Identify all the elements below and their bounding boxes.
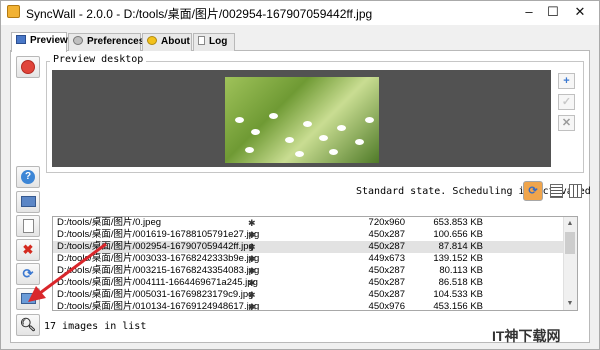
scroll-up-arrow[interactable]: ▲ [563, 218, 577, 230]
document-icon [198, 36, 205, 45]
item-dimensions: 450x287 [368, 229, 405, 240]
power-button[interactable] [16, 56, 40, 78]
monitor-icon [16, 35, 26, 44]
item-dimensions: 450x287 [368, 277, 405, 288]
gear-icon [73, 36, 83, 45]
item-dimensions: 449x673 [368, 253, 405, 264]
close-button[interactable]: ✕ [560, 0, 600, 24]
info-icon [147, 36, 157, 45]
add-folder-button[interactable] [16, 191, 40, 213]
star-icon: ✱ [248, 290, 256, 300]
image-list[interactable]: D:/tools/桌面/图片/0.jpeg ✱ 720x960 653.853 … [52, 216, 578, 311]
tab-label: About [161, 36, 190, 47]
item-size: 139.152 KB [433, 253, 483, 264]
item-size: 104.533 KB [433, 289, 483, 300]
star-icon: ✱ [248, 278, 256, 288]
item-size: 100.656 KB [433, 229, 483, 240]
annotation-arrow [28, 242, 107, 302]
search-button[interactable]: 🔍︎ [16, 314, 40, 336]
scheduler-button[interactable]: ⟳ [523, 181, 543, 201]
list-item[interactable]: D:/tools/桌面/图片/001619-16788105791e27.jpg… [53, 229, 565, 241]
image-count: 17 images in list [44, 321, 147, 332]
help-button[interactable]: ? [16, 166, 40, 188]
help-icon: ? [21, 170, 35, 184]
tab-preferences[interactable]: Preferences [68, 33, 145, 51]
detail-view-button[interactable] [569, 184, 582, 198]
star-icon: ✱ [248, 242, 256, 252]
search-icon: 🔍︎ [19, 317, 37, 332]
app-icon [7, 5, 20, 18]
wallpaper-thumbnail [225, 77, 379, 163]
remove-monitor-button[interactable]: ✕ [558, 115, 575, 131]
star-icon: ✱ [248, 266, 256, 276]
list-item[interactable]: D:/tools/桌面/图片/004111-1664469671a245.jpg… [53, 277, 565, 289]
list-item-selected[interactable]: D:/tools/桌面/图片/002954-167907059442ff.jpg… [53, 241, 565, 253]
scroll-thumb[interactable] [565, 232, 575, 254]
power-icon [21, 60, 35, 74]
scroll-down-arrow[interactable]: ▼ [563, 298, 577, 310]
star-icon: ✱ [248, 218, 256, 228]
tab-log[interactable]: Log [193, 33, 235, 51]
sync-icon: ⟳ [528, 185, 538, 197]
item-dimensions: 450x287 [368, 265, 405, 276]
add-monitor-button[interactable]: + [558, 73, 575, 89]
preview-desktop-label: Preview desktop [50, 54, 147, 65]
file-icon [22, 219, 34, 233]
list-item[interactable]: D:/tools/桌面/图片/0.jpeg ✱ 720x960 653.853 … [53, 217, 565, 229]
item-size: 87.814 KB [438, 241, 483, 252]
plus-icon: + [563, 75, 570, 87]
window-title: SyncWall - 2.0.0 - D:/tools/桌面/图片/002954… [26, 7, 373, 21]
remove-icon: ✕ [561, 117, 572, 129]
item-path: D:/tools/桌面/图片/0.jpeg [57, 217, 162, 228]
apply-button[interactable]: ✓ [558, 94, 575, 110]
folder-icon [20, 196, 36, 207]
item-dimensions: 450x976 [368, 301, 405, 311]
add-file-button[interactable] [16, 215, 40, 237]
tab-label: Preferences [87, 36, 145, 47]
item-size: 86.518 KB [438, 277, 483, 288]
item-size: 453.156 KB [433, 301, 483, 311]
list-item[interactable]: D:/tools/桌面/图片/003033-16768242333b9e.jpg… [53, 253, 565, 265]
list-scrollbar[interactable] [563, 217, 577, 310]
tab-label: Log [209, 36, 228, 47]
item-size: 80.113 KB [439, 265, 483, 276]
list-item[interactable]: D:/tools/桌面/图片/010134-16769124948617.jpg… [53, 301, 565, 311]
tab-label: Preview [30, 35, 68, 46]
list-view-button[interactable] [550, 184, 563, 198]
watermark-logo: IT神下载网 [492, 328, 561, 344]
star-icon: ✱ [248, 254, 256, 264]
item-size: 653.853 KB [433, 217, 483, 228]
item-dimensions: 450x287 [368, 241, 405, 252]
item-dimensions: 720x960 [368, 217, 405, 228]
tab-preview[interactable]: Preview [11, 32, 68, 52]
list-item[interactable]: D:/tools/桌面/图片/005031-16769823179c9.jpg … [53, 289, 565, 301]
star-icon: ✱ [248, 230, 256, 240]
item-dimensions: 450x287 [368, 289, 405, 300]
tab-about[interactable]: About [142, 33, 192, 51]
list-item[interactable]: D:/tools/桌面/图片/003215-16768243354083.jpg… [53, 265, 565, 277]
star-icon: ✱ [248, 302, 256, 311]
check-icon: ✓ [561, 96, 572, 108]
